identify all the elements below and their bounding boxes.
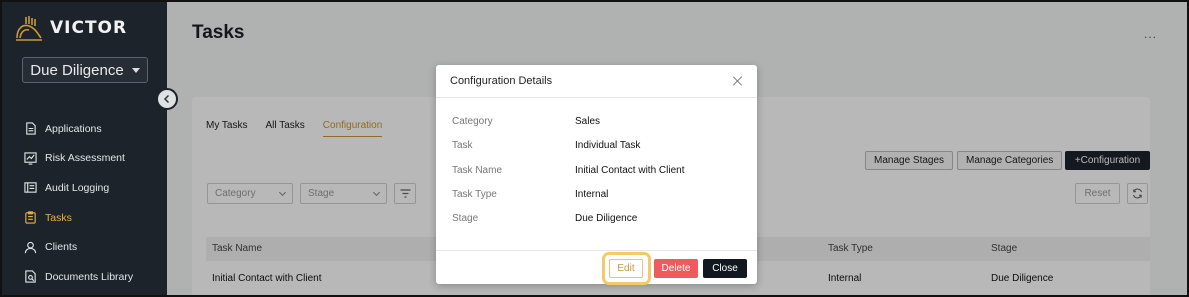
sidebar-item-label: Applications xyxy=(45,122,102,135)
victor-logo-icon xyxy=(16,16,42,41)
stage-selector-label: Due Diligence xyxy=(30,61,124,79)
sidebar-item-label: Risk Assessment xyxy=(45,152,125,165)
modal-header: Configuration Details xyxy=(436,65,757,98)
sidebar-item-label: Clients xyxy=(45,241,78,254)
detail-label: Task xyxy=(452,140,473,151)
close-icon[interactable] xyxy=(733,76,743,86)
configuration-details-modal: Configuration Details Category Sales Tas… xyxy=(436,65,757,285)
sidebar-item-tasks[interactable]: Tasks xyxy=(24,203,133,233)
sidebar-item-applications[interactable]: Applications xyxy=(24,114,133,144)
brand-name: VICTOR xyxy=(50,18,128,38)
detail-label: Stage xyxy=(452,213,479,224)
sidebar-item-audit-logging[interactable]: Audit Logging xyxy=(24,173,133,203)
brand-logo: VICTOR xyxy=(14,14,127,42)
detail-value: Initial Contact with Client xyxy=(575,165,685,176)
sidebar-item-label: Tasks xyxy=(45,211,72,224)
delete-button[interactable]: Delete xyxy=(654,259,698,278)
sidebar-nav: Applications Risk Assessment Audit Loggi… xyxy=(24,114,133,292)
chevron-left-icon xyxy=(163,94,170,104)
sidebar-item-clients[interactable]: Clients xyxy=(24,232,133,262)
sidebar-item-risk-assessment[interactable]: Risk Assessment xyxy=(24,144,133,174)
detail-label: Task Type xyxy=(452,189,497,200)
close-button[interactable]: Close xyxy=(703,259,747,278)
user-icon xyxy=(24,241,37,253)
modal-footer: Edit Delete Close xyxy=(436,250,757,285)
edit-button[interactable]: Edit xyxy=(609,259,643,278)
clipboard-icon xyxy=(25,211,36,224)
sidebar: VICTOR Due Diligence Applications Risk A… xyxy=(2,2,167,295)
detail-label: Task Name xyxy=(452,165,503,176)
caret-down-icon xyxy=(131,67,140,73)
sidebar-item-label: Documents Library xyxy=(45,270,134,283)
document-icon xyxy=(26,122,36,135)
detail-value: Sales xyxy=(575,116,601,127)
chart-line-icon xyxy=(24,152,37,165)
stage-selector[interactable]: Due Diligence xyxy=(22,57,148,83)
sidebar-item-documents-library[interactable]: Documents Library xyxy=(24,262,133,292)
detail-value: Internal xyxy=(575,189,609,200)
detail-value: Individual Task xyxy=(575,140,641,151)
detail-value: Due Diligence xyxy=(575,213,638,224)
sidebar-collapse-button[interactable] xyxy=(156,88,178,110)
audit-log-icon xyxy=(24,182,37,194)
detail-label: Category xyxy=(452,116,493,127)
modal-title: Configuration Details xyxy=(450,75,553,87)
sidebar-item-label: Audit Logging xyxy=(45,181,110,194)
app-window: VICTOR Due Diligence Applications Risk A… xyxy=(0,0,1189,297)
document-search-icon xyxy=(25,270,36,283)
